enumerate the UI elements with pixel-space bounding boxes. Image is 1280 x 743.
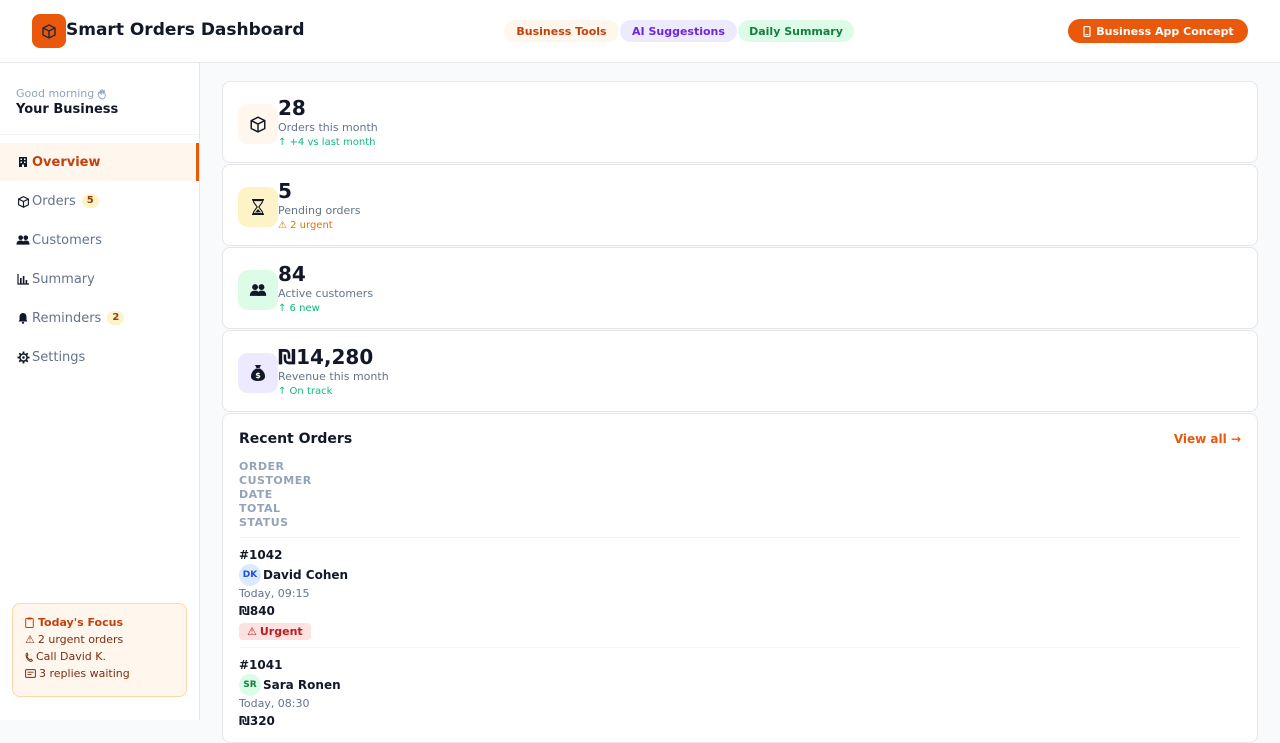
column-header-date[interactable]: DATE: [239, 488, 312, 502]
app-title: Smart Orders Dashboard: [66, 20, 305, 40]
ai-suggestions-pill[interactable]: AI Suggestions: [620, 20, 737, 42]
column-header-order[interactable]: ORDER: [239, 460, 312, 474]
stat-card-customers: 84 Active customers ↑ 6 new: [222, 247, 1258, 329]
order-total: ₪320: [239, 714, 275, 728]
daily-summary-pill[interactable]: Daily Summary: [738, 20, 854, 42]
bar-chart-icon: [16, 272, 30, 286]
stat-label: Revenue this month: [278, 370, 389, 383]
sidebar-item-label: Orders: [32, 193, 76, 209]
order-date: Today, 08:30: [239, 697, 310, 710]
package-icon: [238, 104, 278, 144]
warning-icon: ⚠: [25, 633, 35, 646]
row-divider: [239, 537, 1241, 538]
greeting-text: Good morning: [16, 87, 95, 100]
order-id: #1041: [239, 658, 283, 672]
focus-item-replies: 3 replies waiting: [25, 665, 174, 682]
order-customer: SR Sara Ronen: [239, 674, 1239, 696]
table-header: ORDER CUSTOMER DATE TOTAL STATUS: [239, 460, 312, 530]
recent-orders-card: Recent Orders View all → ORDER CUSTOMER …: [222, 413, 1258, 743]
order-total: ₪840: [239, 604, 275, 618]
stat-label: Active customers: [278, 287, 374, 300]
money-bag-icon: $: [238, 353, 278, 393]
business-app-concept-button[interactable]: Business App Concept: [1068, 19, 1248, 43]
package-icon: [42, 24, 56, 39]
sidebar-item-orders[interactable]: Orders 5: [0, 182, 199, 220]
focus-item-text: 2 urgent orders: [37, 633, 124, 646]
stat-value: 28: [278, 96, 306, 120]
sidebar-divider: [0, 134, 199, 135]
bell-icon: [16, 311, 30, 325]
customer-name: Sara Ronen: [263, 678, 341, 692]
sidebar-item-label: Settings: [32, 349, 86, 365]
stat-card-pending: 5 Pending orders ⚠ 2 urgent: [222, 164, 1258, 246]
app-logo[interactable]: [32, 14, 66, 48]
sidebar-item-label: Summary: [32, 271, 95, 287]
sidebar-item-overview[interactable]: Overview: [0, 143, 199, 181]
building-icon: [16, 155, 30, 169]
business-tools-pill[interactable]: Business Tools: [504, 20, 619, 42]
recent-orders-title: Recent Orders: [239, 431, 353, 447]
svg-text:$: $: [255, 371, 261, 380]
order-id: #1042: [239, 548, 283, 562]
sidebar-item-label: Customers: [32, 232, 102, 248]
business-name: Your Business: [16, 102, 119, 117]
focus-title: Today's Focus: [25, 614, 174, 631]
todays-focus-card: Today's Focus ⚠ 2 urgent orders Call Dav…: [12, 603, 187, 697]
phone-handset-icon: [25, 651, 33, 662]
stat-trend: ↑ On track: [278, 386, 333, 397]
hourglass-icon: [238, 187, 278, 227]
message-icon: [25, 669, 36, 678]
sidebar-item-summary[interactable]: Summary: [0, 260, 199, 298]
sidebar-item-label: Overview: [32, 154, 101, 170]
orders-count-badge: 5: [81, 194, 99, 208]
sidebar-item-reminders[interactable]: Reminders 2: [0, 299, 199, 337]
phone-icon: [1083, 25, 1091, 37]
table-row[interactable]: #1042 DK David Cohen Today, 09:15 ₪840 ⚠…: [239, 545, 1239, 640]
focus-item-urgent: ⚠ 2 urgent orders: [25, 631, 174, 648]
order-date: Today, 09:15: [239, 587, 310, 600]
reminders-count-badge: 2: [107, 311, 125, 325]
sidebar-item-customers[interactable]: Customers: [0, 221, 199, 259]
focus-item-text: 3 replies waiting: [39, 667, 130, 680]
waving-hand-icon: [98, 88, 107, 99]
stat-card-revenue: $ ₪14,280 Revenue this month ↑ On track: [222, 330, 1258, 412]
status-badge: ⚠ Urgent: [239, 623, 311, 640]
column-header-total[interactable]: TOTAL: [239, 502, 312, 516]
view-all-link[interactable]: View all →: [1174, 432, 1241, 446]
column-header-status[interactable]: STATUS: [239, 516, 312, 530]
focus-item-text: Call David K.: [36, 650, 106, 663]
column-header-customer[interactable]: CUSTOMER: [239, 474, 312, 488]
concept-button-label: Business App Concept: [1096, 24, 1234, 38]
stat-trend: ⚠ 2 urgent: [278, 220, 333, 231]
package-icon: [16, 194, 30, 208]
focus-title-text: Today's Focus: [38, 616, 123, 629]
stat-label: Pending orders: [278, 204, 361, 217]
status-text: Urgent: [259, 625, 303, 638]
gear-icon: [16, 350, 30, 364]
people-icon: [16, 233, 30, 247]
top-header: Smart Orders Dashboard Business Tools AI…: [0, 0, 1280, 63]
stat-label: Orders this month: [278, 121, 378, 134]
avatar: SR: [239, 674, 261, 696]
stat-value: 5: [278, 179, 292, 203]
greeting: Good morning: [16, 87, 108, 100]
row-divider: [239, 647, 1241, 648]
table-row[interactable]: #1041 SR Sara Ronen Today, 08:30 ₪320: [239, 655, 1239, 730]
customer-name: David Cohen: [263, 568, 349, 582]
people-icon: [238, 270, 278, 310]
sidebar-item-label: Reminders: [32, 310, 102, 326]
order-customer: DK David Cohen: [239, 564, 1239, 586]
warning-icon: ⚠: [247, 625, 257, 638]
stat-value: ₪14,280: [278, 345, 374, 369]
clipboard-icon: [25, 617, 34, 628]
stat-trend: ↑ 6 new: [278, 303, 320, 314]
stat-value: 84: [278, 262, 306, 286]
sidebar-item-settings[interactable]: Settings: [0, 338, 199, 376]
avatar: DK: [239, 564, 261, 586]
sidebar: Good morning Your Business Overview Orde…: [0, 63, 200, 720]
stat-trend: ↑ +4 vs last month: [278, 137, 376, 148]
stat-card-orders: 28 Orders this month ↑ +4 vs last month: [222, 81, 1258, 163]
focus-item-call: Call David K.: [25, 648, 174, 665]
